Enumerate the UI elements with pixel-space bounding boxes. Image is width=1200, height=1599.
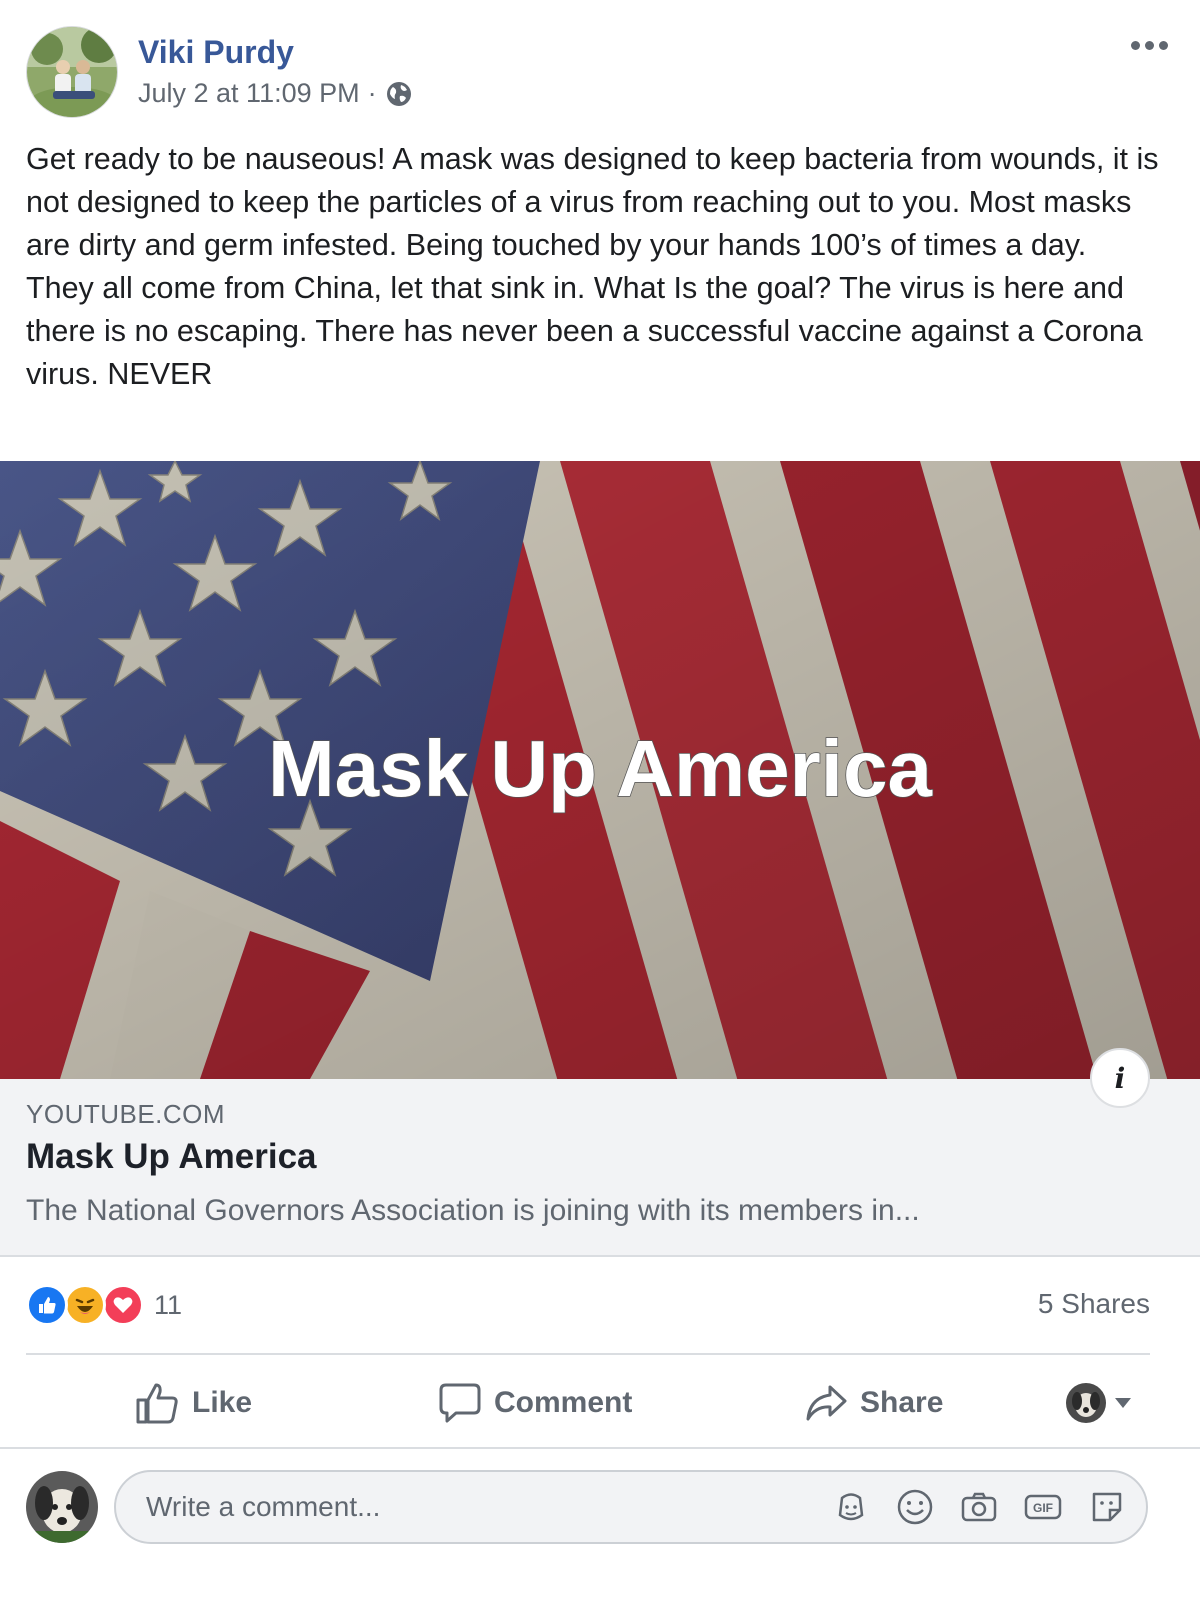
reaction-count[interactable]: 11 [154,1290,182,1321]
divider [0,1447,1200,1449]
sticker-icon[interactable] [1088,1488,1126,1526]
love-reaction-icon [102,1284,144,1326]
reaction-summary[interactable]: 11 [26,1280,182,1330]
author-name[interactable]: Viki Purdy [138,34,294,71]
globe-icon[interactable] [385,80,413,108]
info-icon[interactable]: i [1090,1048,1150,1108]
author-avatar[interactable] [26,26,118,118]
haha-reaction-icon [64,1284,106,1326]
like-label: Like [192,1386,253,1419]
comment-icon [439,1383,481,1423]
commenter-avatar[interactable] [26,1471,98,1543]
post-header: Viki Purdy July 2 at 11:09 PM · [26,26,1174,118]
comment-label: Comment [494,1386,633,1419]
gif-icon[interactable]: GIF [1024,1488,1062,1526]
post-text: Get ready to be nauseous! A mask was des… [26,142,1159,391]
profile-avatar-small [1066,1383,1106,1423]
link-preview-meta[interactable]: YOUTUBE.COM Mask Up America The National… [0,1079,1200,1257]
link-domain: YOUTUBE.COM [26,1099,226,1129]
comment-input[interactable] [146,1472,786,1542]
link-preview-image[interactable]: Mask Up America [0,461,1200,1079]
emoji-icon[interactable] [896,1488,934,1526]
like-reaction-icon [26,1284,68,1326]
link-title[interactable]: Mask Up America [26,1137,317,1177]
share-arrow-icon [806,1385,847,1421]
share-button[interactable]: Share [804,1370,943,1436]
post-meta: July 2 at 11:09 PM · [138,78,413,109]
comment-tools: GIF [832,1488,1126,1526]
more-options-icon[interactable] [1124,30,1174,60]
comment-button[interactable]: Comment [438,1370,632,1436]
thumbs-up-icon [136,1383,178,1424]
divider [26,1353,1150,1355]
share-label: Share [860,1386,944,1419]
chevron-down-icon [1115,1398,1131,1408]
avatar-sticker-icon[interactable] [832,1488,870,1526]
post-timestamp[interactable]: July 2 at 11:09 PM [138,78,360,109]
camera-icon[interactable] [960,1488,998,1526]
comment-composer[interactable]: GIF [114,1470,1148,1544]
post-as-selector[interactable] [1066,1370,1132,1436]
meta-separator: · [367,78,377,108]
shares-count[interactable]: 5 Shares [1038,1288,1150,1320]
svg-text:GIF: GIF [1033,1501,1053,1515]
post-actions: Like Comment Share [26,1370,1174,1436]
link-description: The National Governors Association is jo… [26,1194,920,1227]
facebook-post: Viki Purdy July 2 at 11:09 PM · Get read… [0,0,1200,1599]
like-button[interactable]: Like [134,1370,252,1436]
link-preview-image-title: Mask Up America [268,724,932,813]
